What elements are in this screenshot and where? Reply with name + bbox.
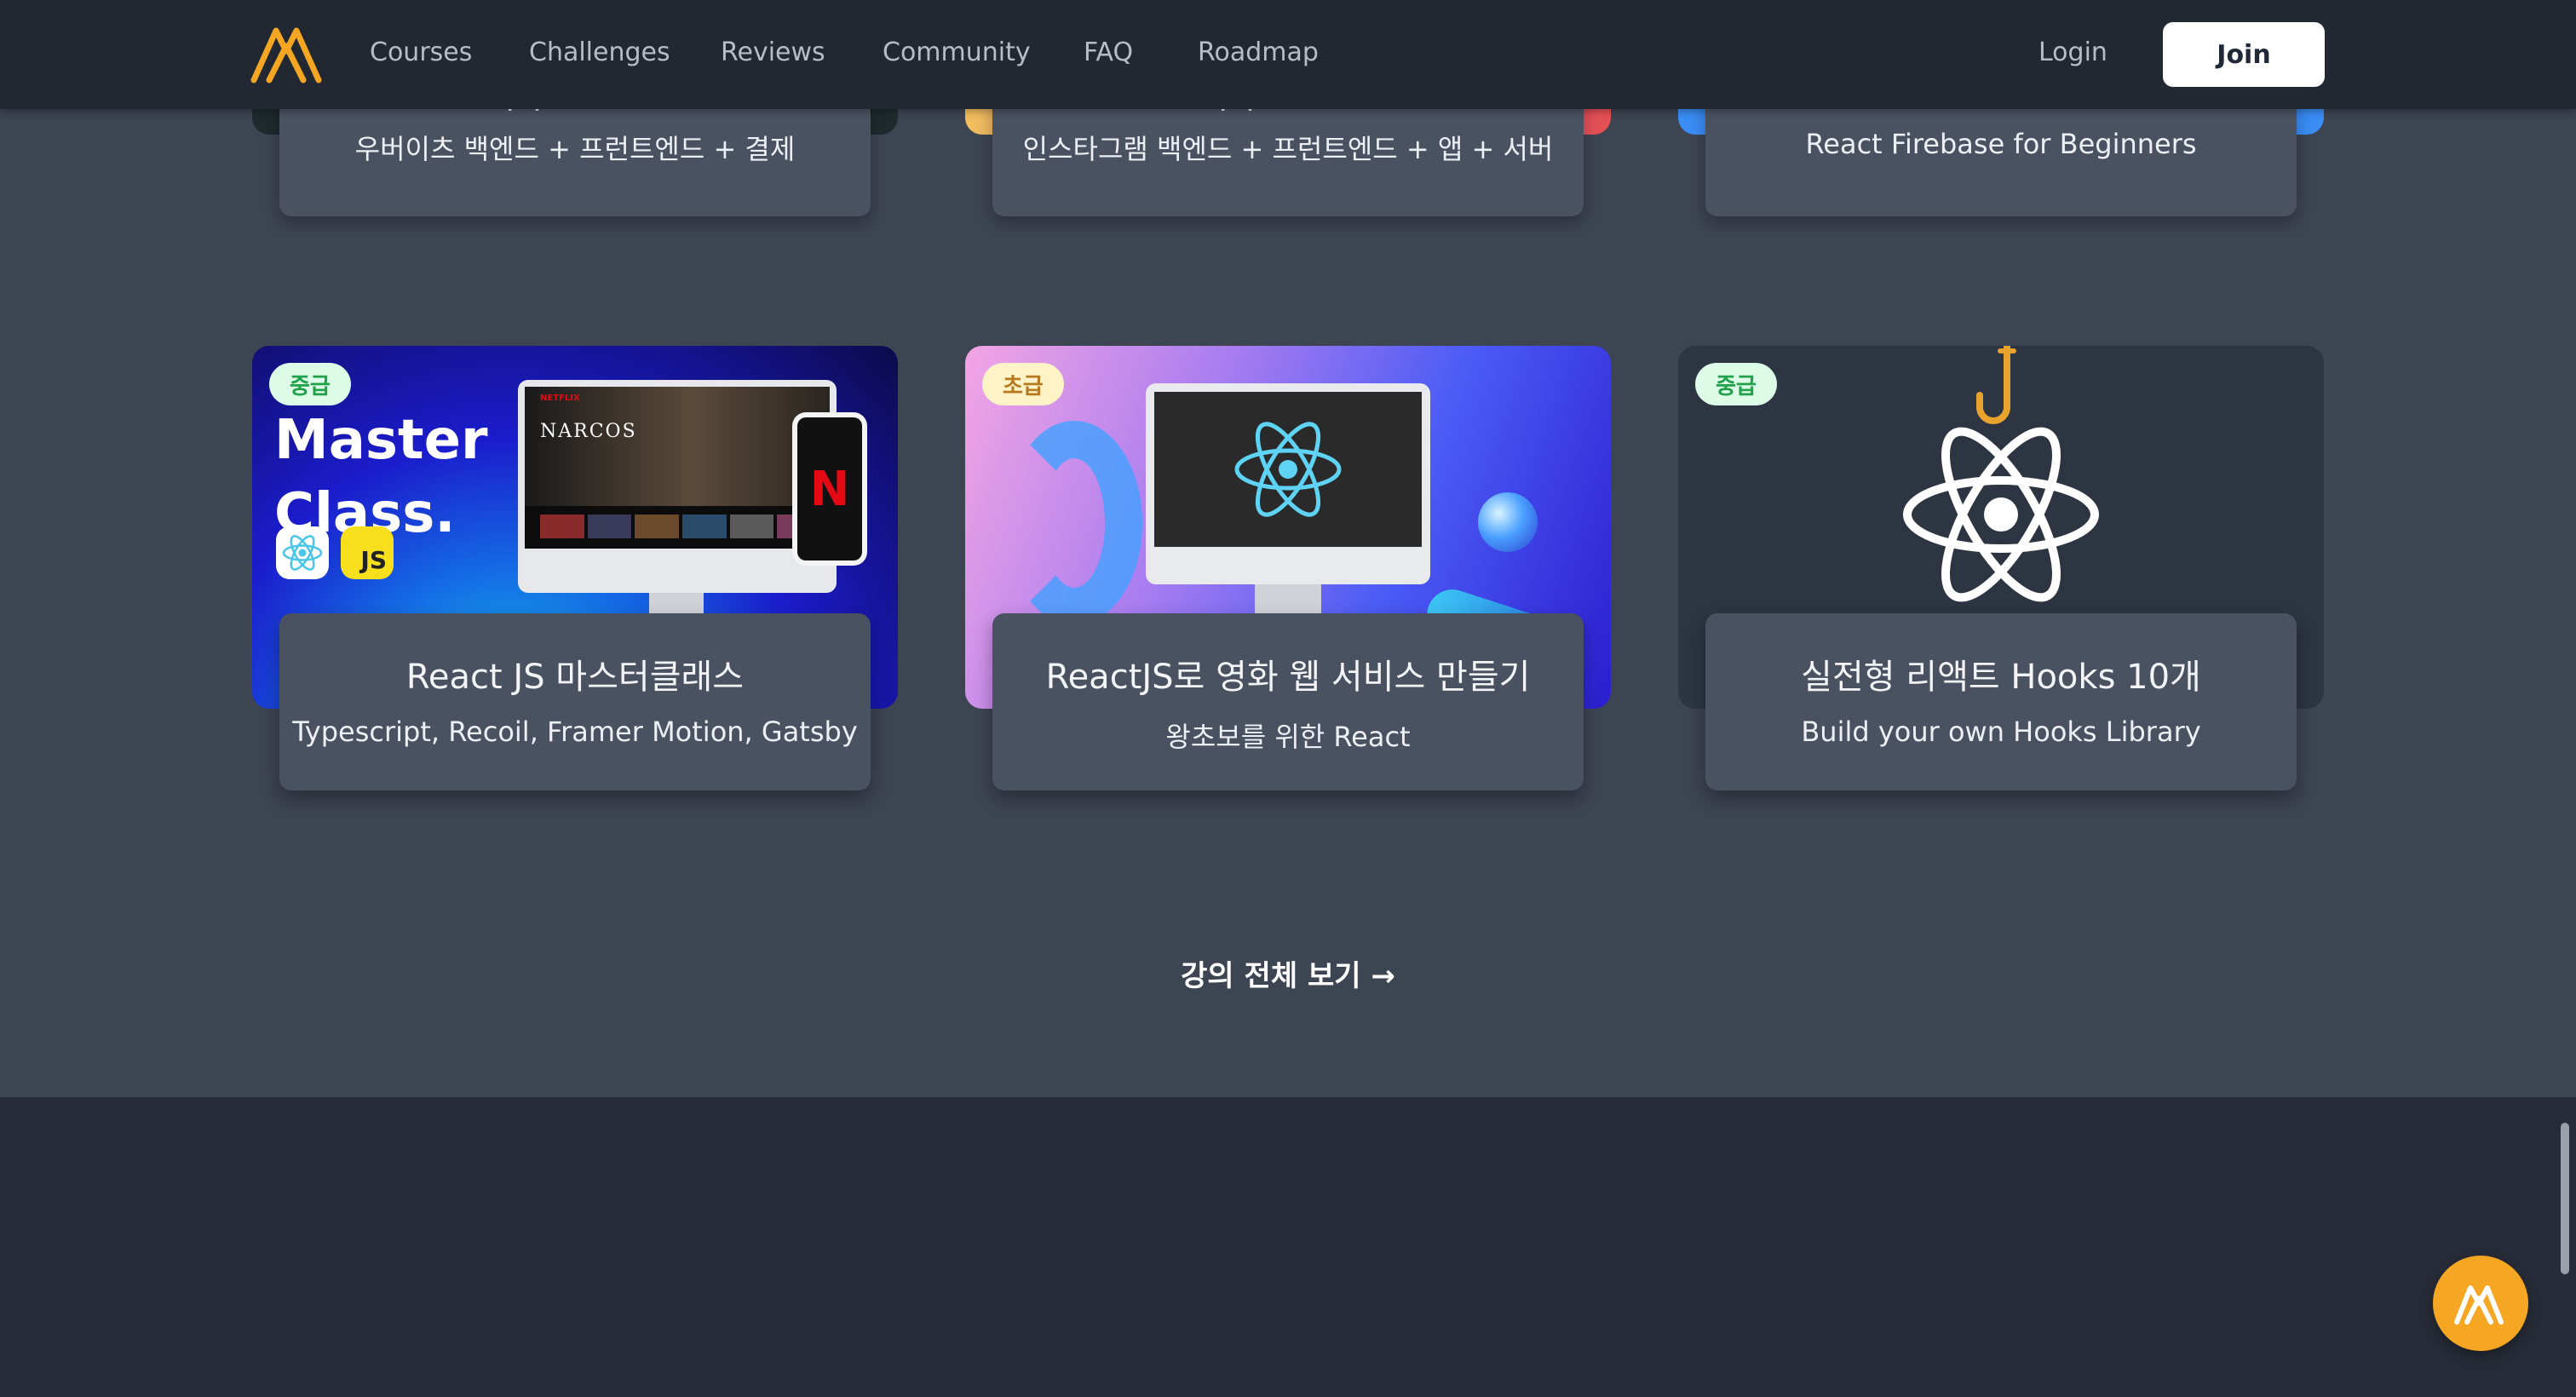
netflix-brand-text: NETFLIX bbox=[540, 394, 580, 403]
course-subtitle: React Firebase for Beginners bbox=[1805, 128, 2197, 160]
login-link[interactable]: Login bbox=[2038, 37, 2107, 67]
decorative-sphere bbox=[1478, 492, 1538, 552]
course-title: 실전형 리액트 Hooks 10개 bbox=[1801, 658, 2201, 697]
react-logo-icon bbox=[1234, 422, 1342, 517]
js-logo-icon: JS bbox=[341, 526, 394, 579]
course-subtitle: 우버이츠 백엔드 + 프런트엔드 + 결제 bbox=[354, 133, 796, 165]
course-info-box: React JS 마스터클래스 Typescript, Recoil, Fram… bbox=[279, 613, 871, 790]
nav-community-link[interactable]: Community bbox=[883, 37, 1031, 67]
level-badge: 초급 bbox=[982, 363, 1064, 405]
level-badge: 중급 bbox=[1695, 363, 1777, 405]
monitor-illustration: NETFLIX NARCOS bbox=[518, 380, 837, 593]
course-info-box: ReactJS로 영화 웹 서비스 만들기 왕초보를 위한 React bbox=[992, 613, 1584, 790]
nav-faq-link[interactable]: FAQ bbox=[1084, 37, 1133, 67]
see-all-label[interactable]: 강의 전체 보기 → bbox=[1181, 959, 1395, 993]
see-all-courses-link[interactable]: 강의 전체 보기 → bbox=[0, 952, 2576, 994]
react-logo-icon bbox=[1903, 427, 2099, 602]
course-info-box: 실전형 리액트 Hooks 10개 Build your own Hooks L… bbox=[1705, 613, 2297, 790]
level-badge: 중급 bbox=[269, 363, 351, 405]
narcos-title: NARCOS bbox=[540, 421, 637, 442]
netflix-n-logo: N bbox=[809, 461, 850, 517]
top-navigation: Courses Challenges Reviews Community FAQ… bbox=[0, 0, 2576, 109]
page-scrollbar[interactable] bbox=[2561, 1123, 2569, 1274]
course-card-react-masterclass[interactable]: 중급 Master Class. JS NETFLIX NARCOS N Rea… bbox=[252, 346, 898, 790]
chat-logo-icon bbox=[2454, 1285, 2504, 1325]
join-button[interactable]: Join bbox=[2163, 22, 2325, 87]
course-subtitle: 인스타그램 백엔드 + 프런트엔드 + 앱 + 서버 bbox=[1022, 133, 1554, 165]
chat-button[interactable] bbox=[2433, 1256, 2528, 1351]
course-title: React JS 마스터클래스 bbox=[405, 658, 745, 697]
nav-roadmap-link[interactable]: Roadmap bbox=[1198, 37, 1319, 67]
phone-illustration: N bbox=[792, 412, 867, 566]
react-logo-icon bbox=[276, 526, 329, 579]
course-card-react-hooks[interactable]: 중급 실전형 리액트 Hooks 10개 Build your own Hook… bbox=[1678, 346, 2324, 790]
monitor-illustration bbox=[1146, 383, 1430, 584]
nav-courses-link[interactable]: Courses bbox=[370, 37, 472, 67]
decorative-ring-shape bbox=[1006, 421, 1142, 625]
course-subtitle: 왕초보를 위한 React bbox=[1165, 721, 1411, 753]
footer bbox=[0, 1097, 2576, 1397]
course-card-movie-web-service[interactable]: 초급 ReactJS로 영화 웹 서비스 만들기 왕초보를 위한 React bbox=[965, 346, 1611, 790]
course-title: ReactJS로 영화 웹 서비스 만들기 bbox=[1045, 658, 1531, 697]
course-subtitle: Build your own Hooks Library bbox=[1801, 716, 2201, 748]
course-subtitle: Typescript, Recoil, Framer Motion, Gatsb… bbox=[292, 716, 858, 748]
nomad-logo-icon[interactable] bbox=[250, 26, 322, 83]
nav-reviews-link[interactable]: Reviews bbox=[721, 37, 825, 67]
nav-challenges-link[interactable]: Challenges bbox=[529, 37, 670, 67]
